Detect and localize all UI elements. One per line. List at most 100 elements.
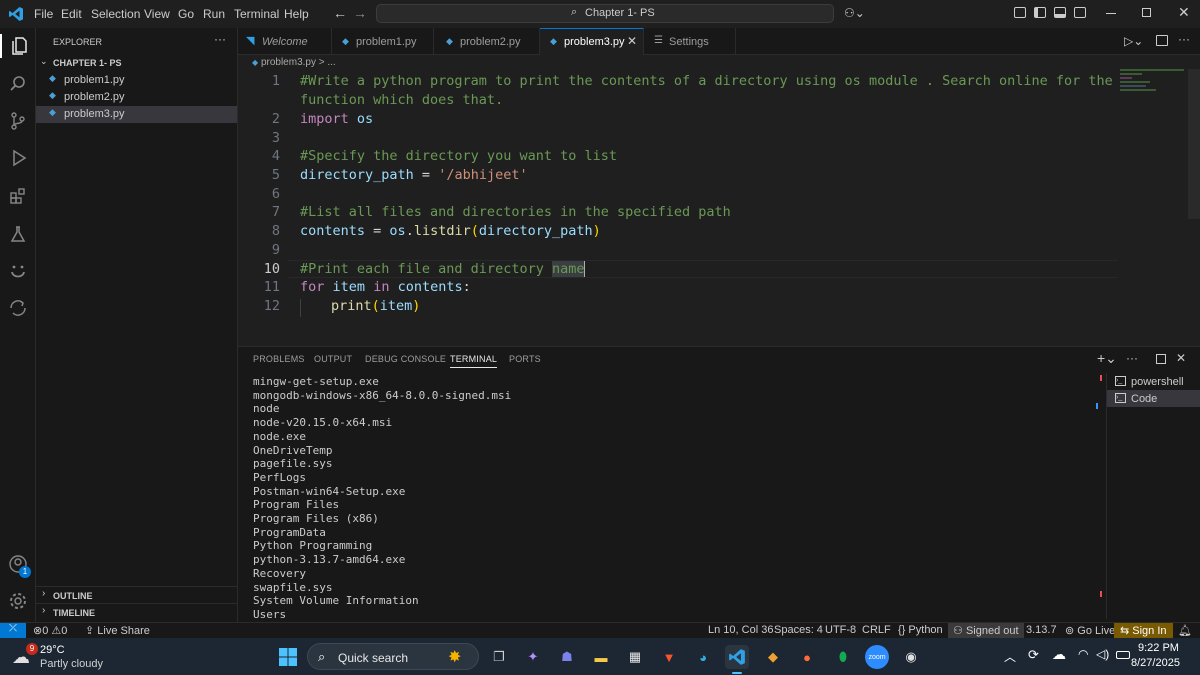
forward-arrow-icon[interactable]: → — [353, 5, 367, 21]
explorer-icon[interactable] — [0, 34, 36, 58]
zoom-icon[interactable]: zoom — [865, 645, 889, 669]
restore-icon[interactable] — [1142, 8, 1151, 17]
tab-problem3[interactable]: ◆ problem3.py ✕ — [540, 28, 644, 55]
settings-gear-icon[interactable] — [6, 589, 30, 613]
tab-welcome[interactable]: ◥ Welcome — [238, 28, 332, 55]
command-center[interactable]: ⌕ Chapter 1- PS — [376, 4, 834, 23]
panel-tab-debug-console[interactable]: DEBUG CONSOLE — [365, 354, 446, 364]
postman-icon[interactable]: ● — [795, 645, 819, 669]
menu-terminal[interactable]: Terminal — [234, 7, 279, 21]
maximize-panel-icon[interactable] — [1156, 354, 1166, 364]
clock-date[interactable]: 8/27/2025 — [1131, 657, 1180, 669]
cursor-position[interactable]: Ln 10, Col 36 — [708, 624, 773, 636]
source-control-icon[interactable] — [6, 109, 30, 133]
vscode-taskbar-icon[interactable] — [725, 645, 749, 669]
file-item-problem2[interactable]: ◆ problem2.py — [36, 89, 237, 106]
toggle-panel-icon[interactable] — [1054, 7, 1066, 18]
file-item-problem3[interactable]: ◆ problem3.py — [36, 106, 237, 123]
more-actions-icon[interactable]: ··· — [214, 32, 226, 46]
menu-selection[interactable]: Selection — [91, 7, 140, 21]
testing-flask-icon[interactable] — [6, 222, 30, 246]
copilot-icon[interactable]: ⚇⌄ — [844, 6, 865, 20]
menu-run[interactable]: Run — [203, 7, 225, 21]
battery-icon[interactable] — [1116, 651, 1130, 659]
menu-help[interactable]: Help — [284, 7, 309, 21]
teams-icon[interactable]: ☗ — [555, 645, 579, 669]
folder-header[interactable]: ⌄ CHAPTER 1- PS — [36, 55, 237, 72]
file-explorer-icon[interactable]: ▬ — [589, 645, 613, 669]
close-panel-icon[interactable]: ✕ — [1176, 351, 1186, 365]
panel-tab-terminal[interactable]: TERMINAL — [450, 354, 498, 368]
language-mode[interactable]: {} Python — [898, 624, 943, 636]
notifications-bell-icon[interactable]: 🔔︎ — [1178, 624, 1192, 637]
sign-in-button[interactable]: ⇆ Sign In — [1114, 623, 1173, 638]
copilot-chat-icon[interactable] — [6, 259, 30, 283]
close-window-icon[interactable]: ✕ — [1178, 4, 1190, 21]
minimize-icon[interactable] — [1106, 13, 1116, 14]
menu-edit[interactable]: Edit — [61, 7, 82, 21]
live-share-button[interactable]: ⇪ Live Share — [85, 624, 150, 637]
copilot-app-icon[interactable]: ✦ — [521, 645, 545, 669]
run-debug-icon[interactable] — [6, 146, 30, 170]
terminal-icon: ›_ — [1115, 393, 1126, 403]
run-file-icon[interactable]: ▷⌄ — [1124, 34, 1143, 48]
menu-go[interactable]: Go — [178, 7, 194, 21]
go-live-button[interactable]: ⊚ Go Live — [1065, 624, 1115, 637]
terminal-label: powershell — [1131, 376, 1184, 388]
brave-browser-icon[interactable]: ▼ — [657, 645, 681, 669]
terminal-line: node.exe — [253, 429, 306, 443]
panel-tab-problems[interactable]: PROBLEMS — [253, 354, 305, 364]
terminal-item-powershell[interactable]: ›_ powershell — [1107, 373, 1200, 390]
timeline-section[interactable]: › TIMELINE — [36, 603, 237, 620]
minimap[interactable] — [1120, 69, 1188, 93]
toggle-sidebar-icon[interactable] — [1034, 7, 1046, 18]
weather-widget[interactable]: ☁ 9 29°C Partly cloudy — [8, 641, 118, 672]
mongodb-compass-icon[interactable]: ⬮ — [831, 645, 855, 669]
language-label: Python — [908, 624, 943, 636]
code-editor[interactable]: ◆ problem3.py > ... 1 2 4 5 6 7 8 9 10 1… — [238, 55, 1200, 346]
git-gui-icon[interactable]: ◆ — [761, 645, 785, 669]
file-item-problem1[interactable]: ◆ problem1.py — [36, 72, 237, 89]
panel-more-icon[interactable]: ··· — [1126, 351, 1138, 365]
onedrive-icon[interactable]: ☁ — [1052, 646, 1066, 663]
tray-overflow-icon[interactable]: ︿ — [1004, 648, 1016, 665]
menu-file[interactable]: File — [34, 7, 53, 21]
panel-tab-ports[interactable]: PORTS — [509, 354, 541, 364]
task-view-icon[interactable]: ❐ — [487, 645, 511, 669]
tab-settings[interactable]: ☰ Settings — [644, 28, 736, 55]
breadcrumb[interactable]: ◆ problem3.py > ... — [252, 57, 336, 68]
toggle-secondary-sidebar-icon[interactable] — [1074, 7, 1086, 18]
tray-sync-icon[interactable]: ⟳ — [1028, 647, 1039, 663]
terminal-item-code[interactable]: ›_ Code — [1107, 390, 1200, 407]
search-view-icon[interactable] — [6, 72, 30, 96]
account-status[interactable]: ⚇ Signed out — [948, 623, 1024, 638]
editor-scrollbar[interactable] — [1188, 69, 1200, 219]
panel-tab-output[interactable]: OUTPUT — [314, 354, 352, 364]
close-tab-icon[interactable]: ✕ — [627, 34, 637, 48]
indentation[interactable]: Spaces: 4 — [774, 624, 823, 636]
chrome-icon[interactable]: ◉ — [899, 645, 923, 669]
edge-browser-icon[interactable]: ◕ — [691, 645, 715, 669]
customize-layout-icon[interactable] — [1014, 7, 1026, 18]
problems-status[interactable]: ⊗0 ⚠0 — [33, 624, 67, 637]
encoding[interactable]: UTF-8 — [825, 624, 856, 636]
clock-time[interactable]: 9:22 PM — [1138, 642, 1179, 654]
outline-section[interactable]: › OUTLINE — [36, 586, 237, 603]
wifi-icon[interactable]: ◠ — [1078, 647, 1088, 661]
taskbar-search[interactable]: ⌕ Quick search ✸ — [307, 643, 479, 670]
microsoft-store-icon[interactable]: ▦ — [623, 645, 647, 669]
line-ending[interactable]: CRLF — [862, 624, 891, 636]
new-terminal-icon[interactable]: +⌄ — [1097, 350, 1117, 367]
tab-problem1[interactable]: ◆ problem1.py — [332, 28, 434, 55]
remote-explorer-icon[interactable] — [6, 296, 30, 320]
back-arrow-icon[interactable]: ← — [333, 5, 347, 21]
remote-indicator[interactable]: ⤫ — [0, 623, 26, 638]
tab-problem2[interactable]: ◆ problem2.py — [434, 28, 540, 55]
split-editor-icon[interactable] — [1156, 35, 1168, 46]
windows-start-icon[interactable] — [276, 645, 300, 669]
volume-icon[interactable]: ◁) — [1096, 647, 1109, 661]
menu-view[interactable]: View — [144, 7, 170, 21]
extensions-icon[interactable] — [6, 184, 30, 208]
python-version[interactable]: 3.13.7 — [1026, 624, 1057, 636]
editor-more-icon[interactable]: ··· — [1178, 32, 1190, 46]
